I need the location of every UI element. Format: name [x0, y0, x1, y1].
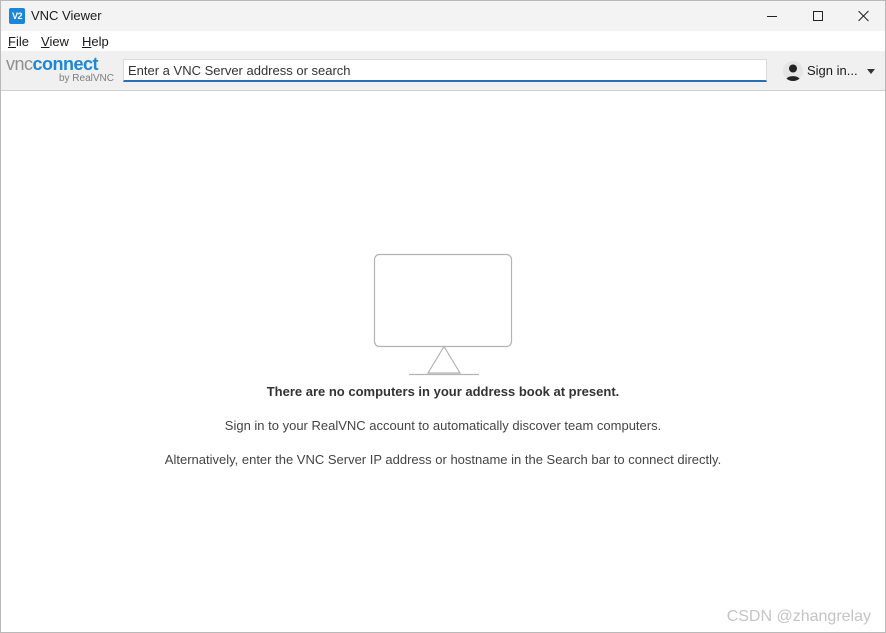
window-title: VNC Viewer [31, 8, 102, 23]
chevron-down-icon [867, 69, 875, 74]
toolbar: vncconnect by RealVNC Sign in... [1, 51, 885, 91]
menu-view[interactable]: View [41, 34, 69, 49]
minimize-icon [767, 15, 777, 17]
menu-bar: File View Help [1, 31, 885, 51]
monitor-icon [366, 251, 522, 381]
vnc-viewer-window: V2 VNC Viewer File View Help vncconnect … [0, 0, 886, 633]
menu-file-accel: F [8, 34, 16, 49]
minimize-button[interactable] [749, 1, 795, 31]
title-bar[interactable]: V2 VNC Viewer [1, 1, 885, 31]
menu-help-label: elp [91, 34, 109, 49]
menu-view-label: iew [49, 34, 69, 49]
menu-file[interactable]: File [8, 34, 29, 49]
empty-state-signin-hint: Sign in to your RealVNC account to autom… [224, 418, 662, 433]
sign-in-label: Sign in... [807, 63, 858, 78]
menu-file-label: ile [15, 34, 29, 49]
watermark-text: CSDN @zhangrelay [726, 608, 871, 625]
menu-help[interactable]: Help [82, 34, 109, 49]
address-book-area: There are no computers in your address b… [1, 91, 885, 632]
vnc-connect-logo: vncconnect by RealVNC [6, 54, 116, 86]
close-icon [858, 10, 870, 22]
maximize-button[interactable] [795, 1, 841, 31]
logo-vnc-text: vnc [6, 54, 33, 74]
maximize-icon [813, 11, 823, 21]
logo-wordmark: vncconnect [6, 54, 99, 74]
logo-by-realvnc: by RealVNC [58, 73, 114, 84]
menu-help-accel: H [82, 34, 92, 49]
user-avatar-icon [783, 61, 803, 81]
sign-in-button[interactable]: Sign in... [783, 59, 879, 83]
logo-connect-text: connect [32, 54, 99, 74]
empty-state-title: There are no computers in your address b… [266, 384, 620, 399]
vnc-app-icon: V2 [9, 8, 25, 24]
close-button[interactable] [841, 1, 886, 31]
empty-state-search-hint: Alternatively, enter the VNC Server IP a… [164, 452, 722, 467]
search-input[interactable] [123, 59, 767, 82]
